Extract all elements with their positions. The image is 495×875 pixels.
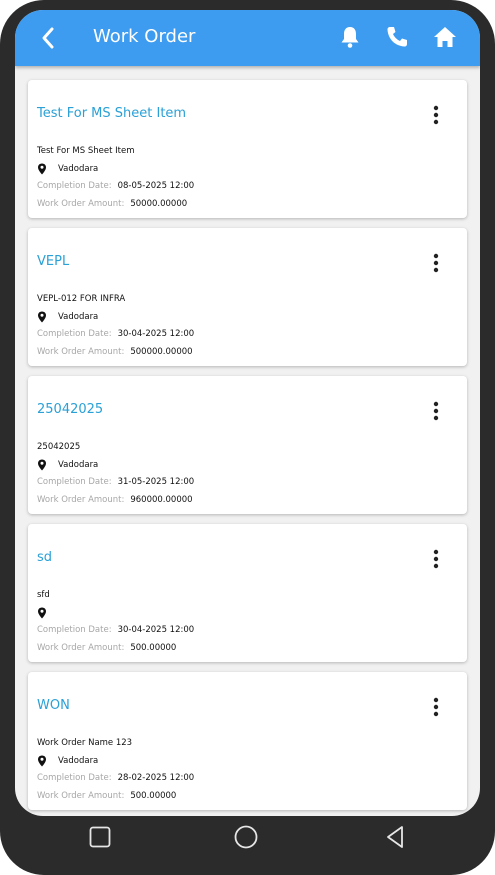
- completion-date-row: Completion Date: 31-05-2025 12:00: [37, 476, 194, 488]
- amount-value: 960000.00000: [130, 495, 193, 505]
- back-triangle-icon[interactable]: [385, 825, 405, 849]
- completion-date-label: Completion Date:: [37, 477, 112, 487]
- amount-row: Work Order Amount: 50000.00000: [37, 198, 187, 210]
- work-order-title[interactable]: 25042025: [37, 401, 103, 419]
- work-order-card[interactable]: Test For MS Sheet Item Test For MS Sheet…: [28, 80, 467, 218]
- work-order-title[interactable]: VEPL: [37, 253, 69, 271]
- location-pin-icon: [38, 311, 46, 323]
- completion-date-label: Completion Date:: [37, 181, 112, 191]
- location-row: Vadodara: [37, 311, 98, 323]
- more-options-icon[interactable]: [427, 400, 445, 422]
- back-arrow-icon[interactable]: [35, 24, 63, 52]
- more-options-icon[interactable]: [427, 548, 445, 570]
- amount-label: Work Order Amount:: [37, 347, 125, 357]
- completion-date-label: Completion Date:: [37, 329, 112, 339]
- amount-value: 500.00000: [130, 791, 177, 801]
- completion-date-value: 30-04-2025 12:00: [117, 625, 195, 635]
- work-order-description: 25042025: [37, 442, 81, 452]
- location-pin-icon: [38, 163, 46, 175]
- work-order-description: sfd: [37, 590, 50, 600]
- completion-date-row: Completion Date: 30-04-2025 12:00: [37, 624, 194, 636]
- work-order-description: Test For MS Sheet Item: [37, 146, 135, 156]
- bell-icon[interactable]: [337, 24, 363, 50]
- app-bar: Work Order: [15, 10, 480, 66]
- work-order-card[interactable]: WON Work Order Name 123 Vadodara Complet…: [28, 672, 467, 810]
- work-order-title[interactable]: Test For MS Sheet Item: [37, 105, 186, 123]
- amount-label: Work Order Amount:: [37, 495, 125, 505]
- location-text: Vadodara: [58, 312, 99, 322]
- completion-date-value: 31-05-2025 12:00: [117, 477, 195, 487]
- completion-date-label: Completion Date:: [37, 625, 112, 635]
- amount-label: Work Order Amount:: [37, 643, 125, 653]
- work-order-list: Test For MS Sheet Item Test For MS Sheet…: [15, 66, 480, 816]
- work-order-description: Work Order Name 123: [37, 738, 133, 748]
- more-options-icon[interactable]: [427, 696, 445, 718]
- amount-row: Work Order Amount: 960000.00000: [37, 494, 193, 506]
- home-circle-icon[interactable]: [234, 825, 258, 849]
- page-title: Work Order: [93, 26, 196, 47]
- app-screen: Work Order Test For MS Sheet Item Test F…: [15, 10, 480, 816]
- amount-row: Work Order Amount: 500000.00000: [37, 346, 193, 358]
- amount-value: 500000.00000: [130, 347, 193, 357]
- completion-date-label: Completion Date:: [37, 773, 112, 783]
- more-options-icon[interactable]: [427, 104, 445, 126]
- amount-label: Work Order Amount:: [37, 199, 125, 209]
- location-pin-icon: [38, 607, 46, 619]
- completion-date-value: 30-04-2025 12:00: [117, 329, 195, 339]
- amount-row: Work Order Amount: 500.00000: [37, 790, 176, 802]
- amount-value: 50000.00000: [130, 199, 188, 209]
- location-text: Vadodara: [58, 756, 99, 766]
- completion-date-row: Completion Date: 28-02-2025 12:00: [37, 772, 194, 784]
- location-row: Vadodara: [37, 459, 98, 471]
- location-row: Vadodara: [37, 755, 98, 767]
- amount-label: Work Order Amount:: [37, 791, 125, 801]
- work-order-title[interactable]: sd: [37, 549, 52, 567]
- amount-value: 500.00000: [130, 643, 177, 653]
- location-text: Vadodara: [58, 164, 99, 174]
- work-order-card[interactable]: VEPL VEPL-012 FOR INFRA Vadodara Complet…: [28, 228, 467, 366]
- location-row: [37, 607, 58, 619]
- work-order-description: VEPL-012 FOR INFRA: [37, 294, 126, 304]
- completion-date-row: Completion Date: 30-04-2025 12:00: [37, 328, 194, 340]
- work-order-card[interactable]: 25042025 25042025 Vadodara Completion Da…: [28, 376, 467, 514]
- home-icon[interactable]: [431, 23, 459, 51]
- work-order-title[interactable]: WON: [37, 697, 70, 715]
- completion-date-row: Completion Date: 08-05-2025 12:00: [37, 180, 194, 192]
- completion-date-value: 08-05-2025 12:00: [117, 181, 195, 191]
- work-order-card[interactable]: sd sfd Completion Date: 30-04-2025 12:00 …: [28, 524, 467, 662]
- phone-icon[interactable]: [384, 24, 410, 50]
- more-options-icon[interactable]: [427, 252, 445, 274]
- completion-date-value: 28-02-2025 12:00: [117, 773, 195, 783]
- amount-row: Work Order Amount: 500.00000: [37, 642, 176, 654]
- location-text: Vadodara: [58, 460, 99, 470]
- system-navigation-bar: [0, 816, 495, 875]
- location-row: Vadodara: [37, 163, 98, 175]
- location-pin-icon: [38, 755, 46, 767]
- location-pin-icon: [38, 459, 46, 471]
- recent-apps-icon[interactable]: [89, 826, 111, 848]
